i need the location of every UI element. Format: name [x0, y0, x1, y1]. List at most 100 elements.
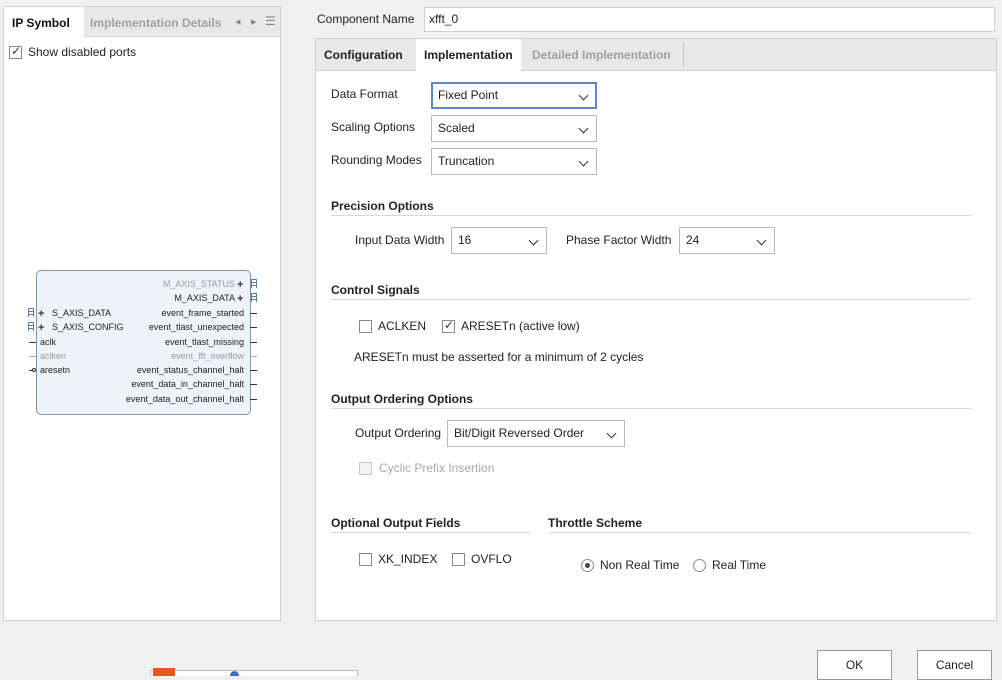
bus-interface-icon	[28, 308, 34, 317]
tab-detailed-implementation[interactable]: Detailed Implementation	[524, 39, 679, 71]
tab-scroll-right-icon[interactable]: ▸	[251, 15, 257, 28]
tab-divider	[683, 43, 684, 67]
data-format-value: Fixed Point	[438, 88, 499, 102]
output-ordering-select[interactable]: Bit/Digit Reversed Order	[447, 420, 625, 447]
expand-plus-icon[interactable]: +	[237, 280, 243, 291]
footer-brand-icon	[153, 668, 175, 676]
chevron-down-icon	[578, 90, 589, 101]
chevron-down-icon	[606, 428, 617, 439]
port-event-data-out-channel-halt: event_data_out_channel_halt	[125, 394, 244, 404]
phase-factor-width-value: 24	[686, 233, 700, 247]
section-divider	[331, 215, 972, 216]
configuration-panel: Configuration Implementation Detailed Im…	[315, 38, 997, 621]
port-event-data-in-channel-halt: event_data_in_channel_halt	[131, 379, 244, 389]
footer-logo-strip	[150, 670, 358, 676]
left-tab-bar: IP Symbol Implementation Details ◂ ▸ ☰	[4, 7, 280, 38]
section-divider	[331, 299, 972, 300]
expand-plus-icon[interactable]: +	[237, 294, 243, 305]
port-line	[250, 327, 257, 328]
tab-ip-symbol[interactable]: IP Symbol	[4, 7, 84, 38]
aresetn-checkbox[interactable]	[442, 318, 455, 333]
chevron-down-icon	[528, 235, 539, 246]
footer-info-icon	[230, 671, 239, 676]
port-event-fft-overflow: event_fft_overflow	[171, 351, 244, 361]
aclken-label: ACLKEN	[378, 319, 427, 333]
phase-factor-width-label: Phase Factor Width	[566, 233, 672, 247]
xk-index-checkbox[interactable]	[359, 553, 372, 566]
xk-index-label: XK_INDEX	[378, 552, 438, 566]
tab-configuration[interactable]: Configuration	[316, 39, 411, 71]
port-m-axis-data: M_AXIS_DATA	[174, 293, 235, 303]
tab-implementation-details[interactable]: Implementation Details	[90, 7, 221, 37]
output-ordering-value: Bit/Digit Reversed Order	[454, 426, 585, 440]
aclken-checkbox[interactable]	[359, 320, 372, 333]
aresetn-note: ARESETn must be asserted for a minimum o…	[354, 350, 644, 364]
active-low-bubble-icon	[32, 368, 36, 372]
port-aresetn: aresetn	[40, 365, 71, 375]
scaling-options-label: Scaling Options	[331, 120, 416, 134]
scaling-options-select[interactable]: Scaled	[431, 115, 597, 142]
port-line	[250, 342, 257, 343]
precision-options-heading: Precision Options	[331, 199, 434, 213]
output-ordering-label: Output Ordering	[355, 426, 442, 440]
port-aclken: aclken	[40, 351, 67, 361]
port-line	[250, 313, 257, 314]
input-data-width-value: 16	[458, 233, 472, 247]
config-tab-bar: Configuration Implementation Detailed Im…	[316, 39, 996, 72]
bus-interface-icon	[28, 322, 34, 331]
throttle-scheme-heading: Throttle Scheme	[548, 516, 643, 530]
port-aclk: aclk	[40, 337, 57, 347]
rounding-modes-label: Rounding Modes	[331, 153, 422, 167]
real-time-radio[interactable]	[693, 559, 706, 572]
expand-plus-icon[interactable]: +	[38, 323, 44, 334]
section-divider	[548, 532, 972, 533]
section-divider	[331, 408, 972, 409]
port-s-axis-data: S_AXIS_DATA	[52, 308, 112, 318]
implementation-tab-content: Data Format Fixed Point Scaling Options …	[316, 71, 996, 620]
port-s-axis-config: S_AXIS_CONFIG	[52, 322, 124, 332]
chevron-down-icon	[578, 156, 589, 167]
tab-implementation[interactable]: Implementation	[416, 39, 521, 72]
input-data-width-select[interactable]: 16	[451, 227, 547, 254]
show-disabled-ports-label: Show disabled ports	[28, 45, 137, 59]
bus-interface-icon	[251, 279, 257, 288]
cyclic-prefix-label: Cyclic Prefix Insertion	[379, 461, 495, 475]
ovflo-label: OVFLO	[471, 552, 512, 566]
rounding-modes-select[interactable]: Truncation	[431, 148, 597, 175]
non-real-time-label: Non Real Time	[600, 558, 680, 572]
non-real-time-radio[interactable]	[581, 559, 594, 572]
output-ordering-heading: Output Ordering Options	[331, 392, 473, 406]
port-event-status-channel-halt: event_status_channel_halt	[136, 365, 244, 375]
data-format-select[interactable]: Fixed Point	[431, 82, 597, 109]
port-line	[250, 384, 257, 385]
chevron-down-icon	[578, 123, 589, 134]
port-event-tlast-unexpected: event_tlast_unexpected	[148, 322, 244, 332]
expand-plus-icon[interactable]: +	[38, 309, 44, 320]
section-divider	[331, 532, 531, 533]
port-line	[29, 356, 36, 357]
control-signals-heading: Control Signals	[331, 283, 420, 297]
tab-menu-icon[interactable]: ☰	[265, 14, 276, 28]
port-m-axis-status: M_AXIS_STATUS	[162, 279, 235, 289]
show-disabled-ports-checkbox[interactable]	[9, 44, 22, 59]
chevron-down-icon	[756, 235, 767, 246]
phase-factor-width-select[interactable]: 24	[679, 227, 775, 254]
scaling-options-value: Scaled	[438, 121, 475, 135]
component-name-label: Component Name	[317, 12, 415, 26]
input-data-width-label: Input Data Width	[355, 233, 445, 247]
data-format-label: Data Format	[331, 87, 398, 101]
optional-output-fields-heading: Optional Output Fields	[331, 516, 461, 530]
port-line	[250, 370, 257, 371]
cyclic-prefix-checkbox[interactable]	[359, 462, 372, 475]
aresetn-label: ARESETn (active low)	[461, 319, 580, 333]
tab-scroll-left-icon[interactable]: ◂	[235, 15, 241, 28]
ovflo-checkbox[interactable]	[452, 553, 465, 566]
bus-interface-icon	[251, 293, 257, 302]
port-line	[250, 399, 257, 400]
port-event-tlast-missing: event_tlast_missing	[164, 337, 244, 347]
component-name-input[interactable]: xfft_0	[424, 7, 995, 32]
real-time-label: Real Time	[712, 558, 767, 572]
port-event-frame-started: event_frame_started	[161, 308, 244, 318]
rounding-modes-value: Truncation	[438, 154, 495, 168]
port-line	[29, 342, 36, 343]
